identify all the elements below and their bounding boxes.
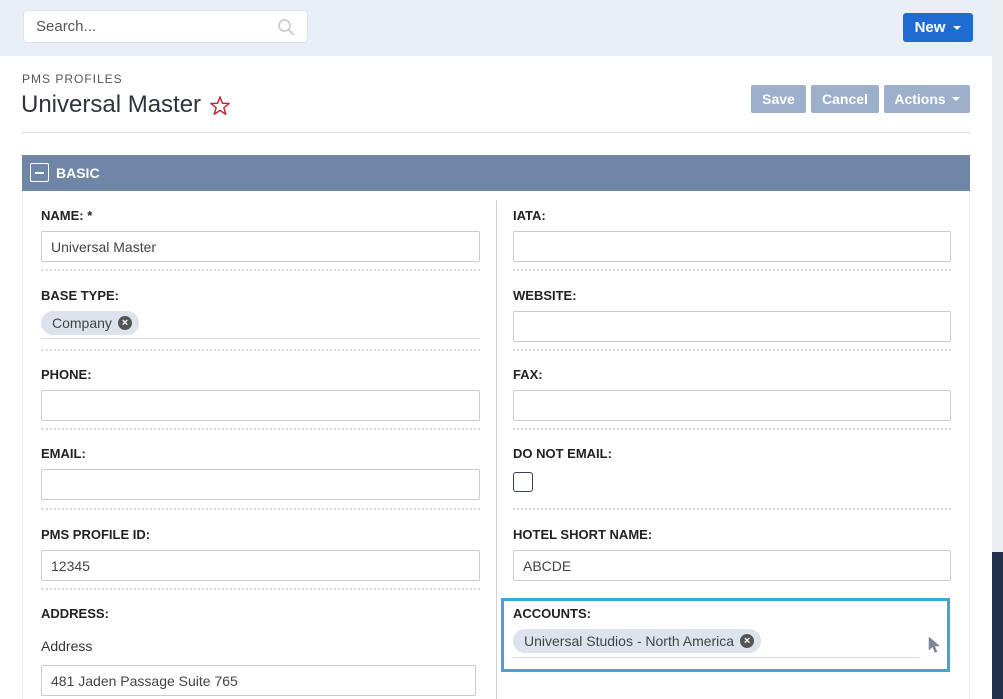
website-label: WEBSITE:	[513, 288, 577, 303]
field-separator	[513, 349, 951, 351]
actions-button[interactable]: Actions	[884, 85, 970, 113]
module-name: PMS PROFILES	[22, 72, 123, 86]
close-circle-icon[interactable]: ×	[117, 316, 132, 330]
phone-label: PHONE:	[41, 367, 92, 382]
accounts-underline	[513, 657, 919, 658]
star-outline-icon[interactable]	[209, 95, 231, 117]
search-input[interactable]	[24, 11, 264, 42]
scrollbar-region	[992, 552, 1003, 699]
new-button-label: New	[914, 19, 946, 36]
iata-label: IATA:	[513, 208, 546, 223]
close-circle-icon[interactable]: ×	[740, 634, 755, 648]
base-type-value: Company	[52, 315, 112, 331]
address-label: ADDRESS:	[41, 606, 109, 621]
save-button-label: Save	[762, 91, 795, 107]
name-field[interactable]: Universal Master	[41, 231, 480, 262]
field-separator	[513, 269, 951, 271]
cancel-button[interactable]: Cancel	[811, 85, 879, 113]
accounts-tag: Universal Studios - North America ×	[513, 629, 762, 653]
actions-button-label: Actions	[894, 91, 946, 107]
field-separator	[513, 428, 951, 430]
base-type-tag: Company ×	[41, 311, 139, 335]
name-label-text: NAME:	[41, 208, 84, 223]
field-separator	[41, 349, 480, 351]
header-divider	[22, 132, 970, 133]
panel-title: BASIC	[56, 165, 100, 181]
field-separator	[41, 428, 480, 430]
website-field[interactable]	[513, 311, 951, 342]
mouse-pointer-icon	[928, 636, 941, 653]
phone-field[interactable]	[41, 390, 480, 421]
new-button[interactable]: New	[903, 13, 973, 42]
fax-label: FAX:	[513, 367, 543, 382]
do-not-email-checkbox[interactable]	[513, 472, 533, 492]
pms-profile-id-label: PMS PROFILE ID:	[41, 527, 151, 542]
base-type-underline	[41, 338, 480, 339]
address-street-value: 481 Jaden Passage Suite 765	[51, 672, 238, 689]
email-field[interactable]	[41, 469, 480, 500]
accounts-label: ACCOUNTS:	[513, 606, 591, 621]
hotel-short-name-value: ABCDE	[523, 557, 572, 574]
pms-profile-id-field[interactable]: 12345	[41, 550, 480, 581]
cancel-button-label: Cancel	[822, 91, 868, 107]
collapse-icon[interactable]	[30, 163, 49, 182]
caret-down-icon	[951, 97, 960, 101]
address-sub-label: Address	[41, 638, 93, 654]
column-divider	[496, 200, 497, 699]
caret-down-icon	[953, 25, 962, 30]
field-separator	[41, 508, 480, 510]
name-label: NAME: *	[41, 208, 92, 223]
iata-field[interactable]	[513, 231, 951, 262]
email-label: EMAIL:	[41, 446, 86, 461]
save-button[interactable]: Save	[751, 85, 806, 113]
field-separator	[41, 269, 480, 271]
page-title: Universal Master	[21, 91, 202, 118]
required-marker: *	[87, 208, 93, 223]
pms-profile-id-value: 12345	[51, 557, 90, 574]
field-separator	[513, 508, 951, 510]
address-street-field[interactable]: 481 Jaden Passage Suite 765	[41, 665, 476, 696]
accounts-value: Universal Studios - North America	[524, 633, 735, 649]
search-icon[interactable]	[277, 18, 295, 36]
do-not-email-label: DO NOT EMAIL:	[513, 446, 612, 461]
hotel-short-name-label: HOTEL SHORT NAME:	[513, 527, 653, 542]
name-value: Universal Master	[51, 238, 157, 255]
hotel-short-name-field[interactable]: ABCDE	[513, 550, 951, 581]
fax-field[interactable]	[513, 390, 951, 421]
top-bar: New	[0, 0, 992, 56]
base-type-label: BASE TYPE:	[41, 288, 120, 303]
global-search[interactable]	[24, 11, 307, 42]
panel-header-basic[interactable]: BASIC	[22, 155, 970, 191]
field-separator	[41, 588, 480, 590]
